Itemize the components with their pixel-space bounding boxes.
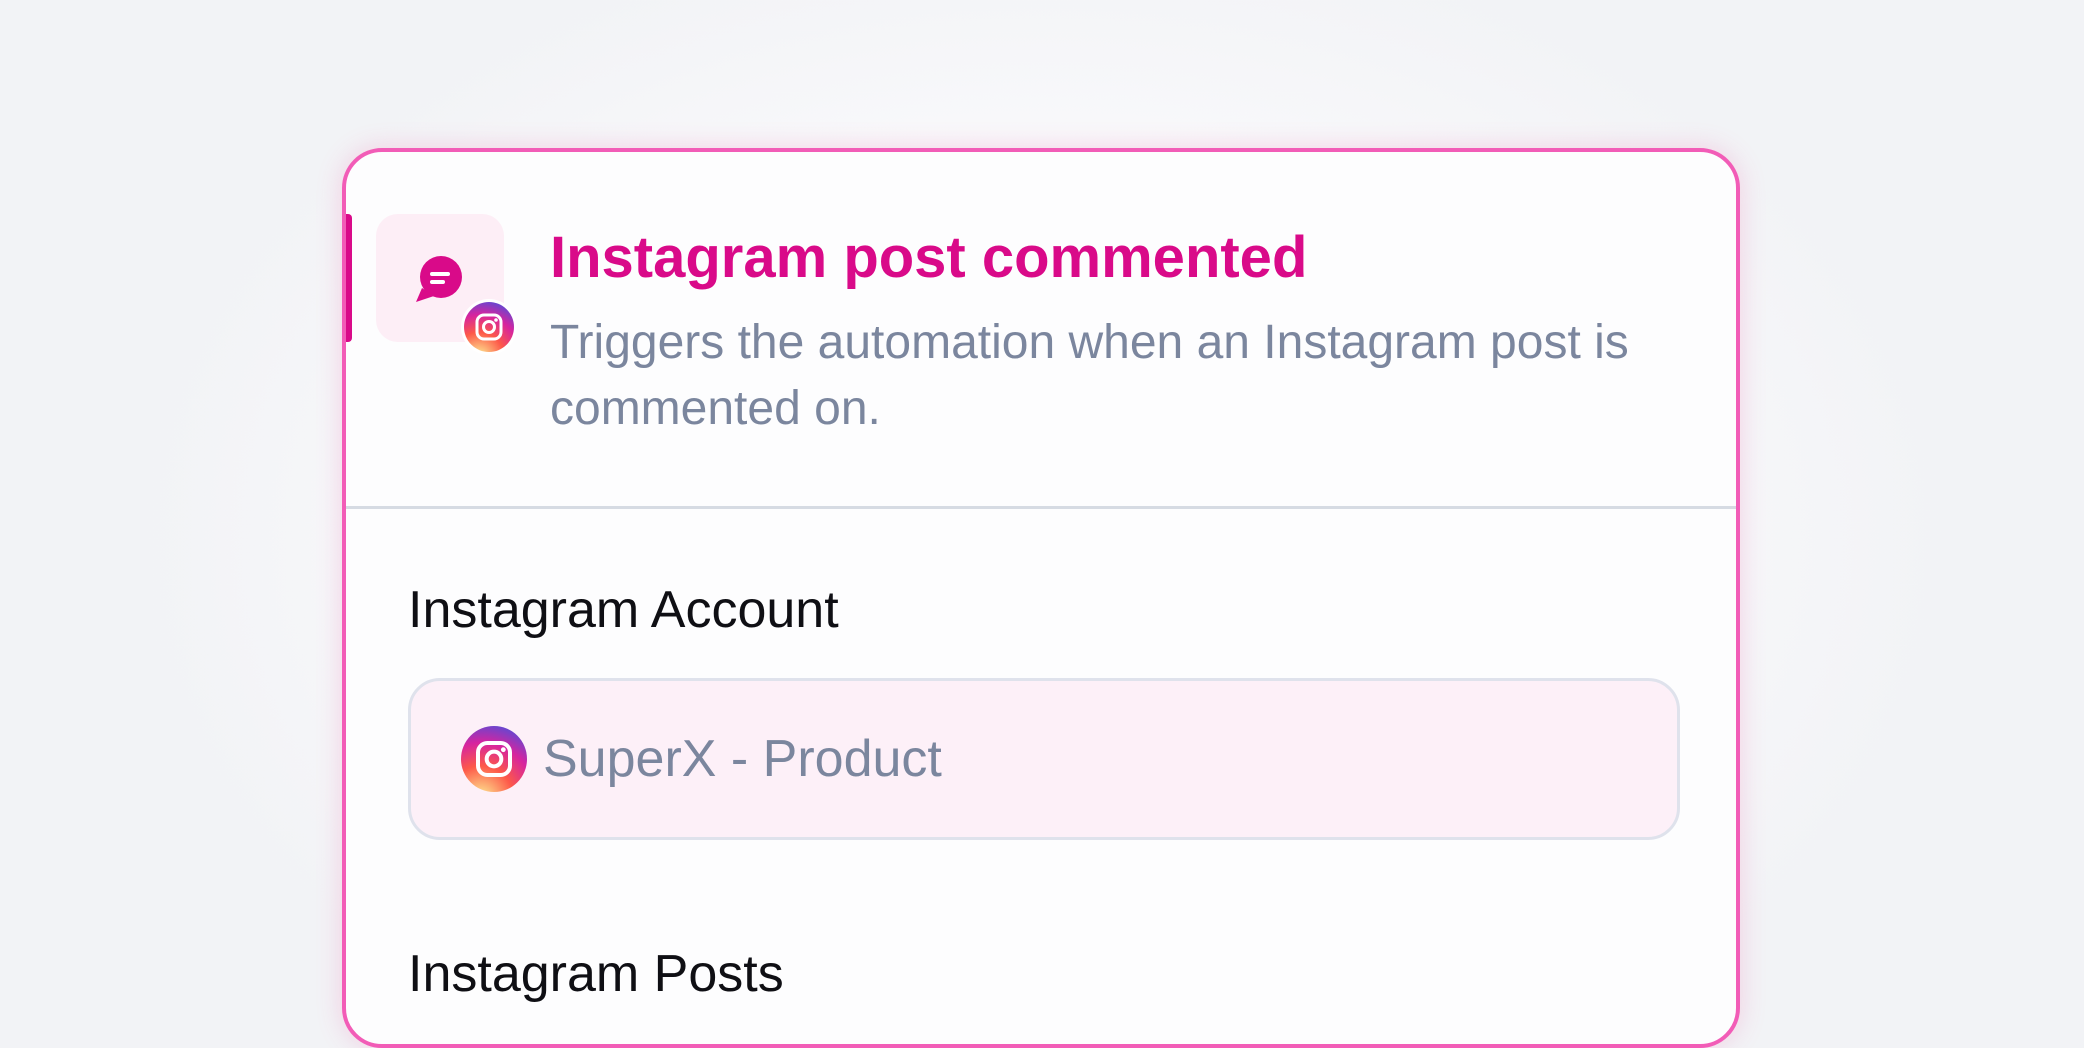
trigger-description: Triggers the automation when an Instagra… xyxy=(550,316,1629,435)
trigger-card: Instagram post commented Triggers the au… xyxy=(342,148,1740,1048)
header-divider xyxy=(346,506,1736,509)
instagram-posts-label: Instagram Posts xyxy=(408,945,784,1003)
instagram-account-select[interactable]: SuperX - Product xyxy=(408,678,1680,840)
instagram-icon xyxy=(464,302,514,352)
chat-bubble-icon xyxy=(416,256,462,302)
instagram-account-value: SuperX - Product xyxy=(543,730,942,788)
instagram-badge xyxy=(461,299,517,355)
trigger-icon-tile xyxy=(376,214,517,355)
instagram-icon xyxy=(461,726,527,792)
trigger-header: Instagram post commented Triggers the au… xyxy=(346,152,1736,508)
trigger-title: Instagram post commented xyxy=(550,225,1308,290)
instagram-account-label: Instagram Account xyxy=(408,581,839,639)
